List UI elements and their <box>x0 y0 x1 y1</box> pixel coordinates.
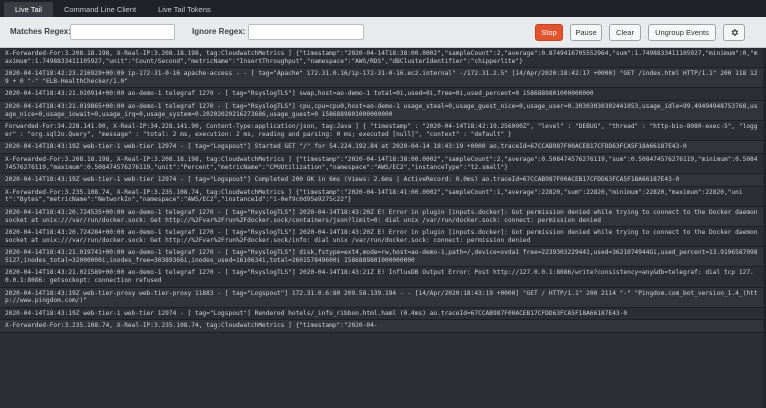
log-entry: 2020-04-14T18:42:23.216929+00:00 ip-172-… <box>0 68 766 89</box>
log-entry: 2020-04-14T18:43:21.020914+00:00 ao-demo… <box>0 88 766 101</box>
ignore-regex-input[interactable] <box>248 24 364 40</box>
log-entry: 2020-04-14T18:43:20.724535+00:00 ao-demo… <box>0 206 766 228</box>
log-entry: 2020-04-14T18:43:19Z web-tier-1 web-tier… <box>0 141 766 154</box>
log-entry: X-Forwarded-For:3.235.108.74, X-Real-IP:… <box>0 320 766 334</box>
tab-command-line-client[interactable]: Command Line Client <box>53 2 147 17</box>
clear-button[interactable]: Clear <box>609 24 641 41</box>
pause-button[interactable]: Pause <box>570 24 602 41</box>
log-entry: 2020-04-14T18:43:21.019865+00:00 ao-demo… <box>0 100 766 122</box>
tab-bar: Live Tail Command Line Client Live Tail … <box>0 0 766 17</box>
gear-icon <box>731 29 738 36</box>
tab-live-tail-tokens[interactable]: Live Tail Tokens <box>147 2 222 17</box>
log-entry: 2020-04-14T18:43:19Z web-tier-1 web-tier… <box>0 174 766 187</box>
log-entry: 2020-04-14T18:43:20.724284+00:00 ao-demo… <box>0 227 766 248</box>
log-entry: X-Forwarded-For:3.208.18.198, X-Real-IP:… <box>0 48 766 69</box>
log-entry: 2020-04-14T18:43:21.021589+00:00 ao-demo… <box>0 267 766 288</box>
log-entry: X-Forwarded-For:3.208.18.198, X-Real-IP:… <box>0 154 766 175</box>
stop-button[interactable]: Stop <box>535 24 563 41</box>
settings-button[interactable] <box>723 24 745 41</box>
log-entry: Forwarded-For:34.228.141.90, X-Real-IP:3… <box>0 121 766 142</box>
live-tail-toolbar: Matches Regex: Ignore Regex: Stop Pause … <box>0 17 766 48</box>
log-stream[interactable]: X-Forwarded-For:3.208.18.198, X-Real-IP:… <box>0 48 766 408</box>
log-entry: 2020-04-14T18:43:21.019741+00:00 ao-demo… <box>0 247 766 268</box>
matches-regex-label: Matches Regex: <box>10 27 71 36</box>
tab-live-tail[interactable]: Live Tail <box>4 2 53 17</box>
ungroup-events-button[interactable]: Ungroup Events <box>648 24 716 41</box>
log-entry: 2020-04-14T18:43:19Z web-tier-1 web-tier… <box>0 308 766 321</box>
log-entry: 2020-04-14T18:43:19Z web-tier-proxy web-… <box>0 287 766 308</box>
log-entry: X-Forwarded-For:3.235.108.74, X-Real-IP:… <box>0 187 766 207</box>
matches-regex-input[interactable] <box>70 24 175 40</box>
ignore-regex-label: Ignore Regex: <box>192 27 246 36</box>
